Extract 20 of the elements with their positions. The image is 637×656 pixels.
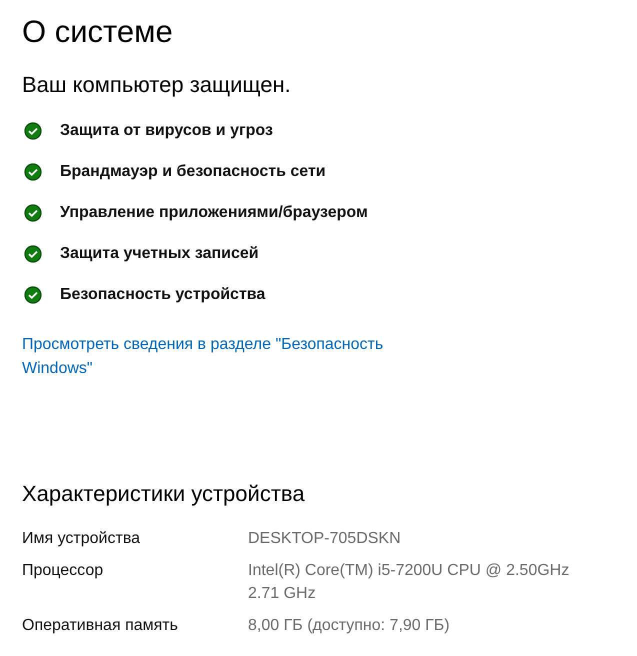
- protection-item-label: Управление приложениями/браузером: [60, 204, 368, 222]
- specs-heading: Характеристики устройства: [22, 481, 306, 507]
- protection-item-label: Защита от вирусов и угроз: [60, 122, 273, 140]
- check-circle-icon: [24, 122, 42, 140]
- spec-value: DESKTOP-705DSKN: [248, 529, 402, 549]
- spec-value: 8,00 ГБ (доступно: 7,90 ГБ): [248, 616, 451, 636]
- page-title: О системе: [22, 14, 174, 50]
- spec-label: Оперативная память: [22, 616, 179, 636]
- check-circle-icon: [24, 162, 42, 180]
- protection-item-label: Безопасность устройства: [60, 286, 266, 304]
- protection-heading: Ваш компьютер защищен.: [22, 72, 292, 98]
- spec-value: Intel(R) Core(TM) i5-7200U CPU @ 2.50GHz 2.71 GHz: [248, 561, 570, 604]
- protection-item-label: Брандмауэр и безопасность сети: [60, 162, 326, 180]
- check-circle-icon: [24, 244, 42, 262]
- protection-item-label: Защита учетных записей: [60, 244, 259, 262]
- spec-label: Процессор: [22, 561, 104, 581]
- check-circle-icon: [24, 286, 42, 304]
- security-link[interactable]: Просмотреть сведения в разделе "Безопасность Windows": [22, 333, 422, 381]
- check-circle-icon: [24, 204, 42, 222]
- spec-label: Имя устройства: [22, 529, 142, 549]
